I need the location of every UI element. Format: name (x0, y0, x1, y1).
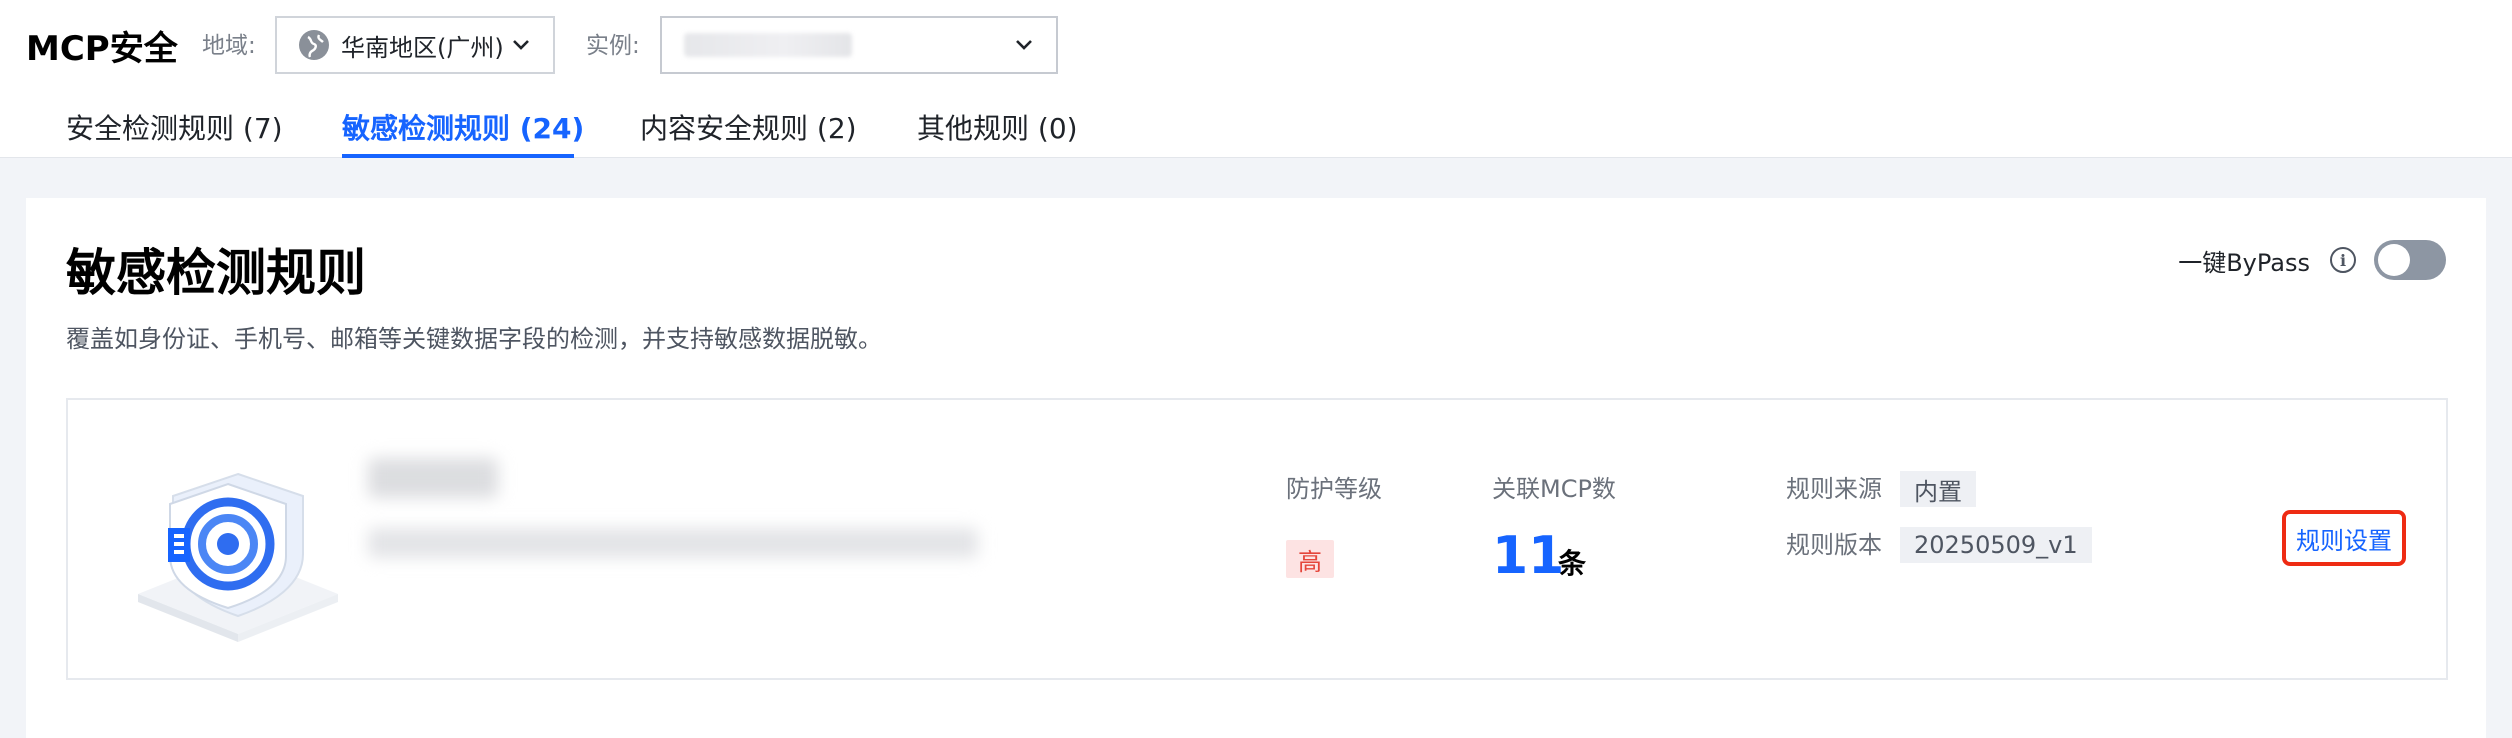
info-icon[interactable]: i (2330, 247, 2356, 273)
tab-sensitive-detection[interactable]: 敏感检测规则 (24) (342, 108, 584, 150)
rule-source-label: 规则来源 (1786, 475, 1882, 503)
tab-content-security[interactable]: 内容安全规则 (2) (640, 108, 857, 150)
rule-source-tag: 内置 (1900, 471, 1976, 507)
mcp-count-label: 关联MCP数 (1492, 475, 1616, 503)
top-header: MCP安全 地域: 华南地区(广州) 实例: 安全检测规则 (7) 敏感检测规则… (0, 0, 2512, 158)
region-value: 华南地区(广州) (341, 33, 504, 62)
mcp-count-unit: 条 (1558, 547, 1587, 580)
section-description: 覆盖如身份证、手机号、邮箱等关键数据字段的检测，并支持敏感数据脱敏。 (66, 325, 882, 353)
rule-name-redacted (368, 458, 498, 498)
chevron-down-icon (1014, 38, 1034, 52)
protection-level-label: 防护等级 (1286, 475, 1382, 503)
instance-label: 实例: (586, 33, 640, 59)
protection-level-badge: 高 (1286, 540, 1334, 578)
globe-icon (299, 30, 329, 60)
active-tab-indicator (342, 154, 574, 158)
bypass-control: 一键ByPass i (2178, 238, 2446, 282)
region-select[interactable]: 华南地区(广州) (275, 16, 555, 74)
rules-card: 敏感检测规则 覆盖如身份证、手机号、邮箱等关键数据字段的检测，并支持敏感数据脱敏… (26, 198, 2486, 738)
toggle-knob (2378, 244, 2410, 276)
section-title: 敏感检测规则 (66, 244, 366, 302)
page-title: MCP安全 (26, 29, 178, 69)
mcp-count-value: 11 (1492, 526, 1565, 586)
instance-select[interactable] (660, 16, 1058, 74)
tab-security-detection[interactable]: 安全检测规则 (7) (66, 108, 283, 150)
shield-illustration (138, 472, 338, 642)
rule-description-redacted (368, 528, 978, 558)
bypass-label: 一键ByPass (2178, 248, 2310, 277)
rule-version-label: 规则版本 (1786, 531, 1882, 559)
tab-other-rules[interactable]: 其他规则 (0) (917, 108, 1078, 150)
chevron-down-icon (511, 38, 531, 52)
region-label: 地域: (202, 33, 256, 59)
rule-version-tag: 20250509_v1 (1900, 527, 2092, 563)
rule-item: 防护等级 高 关联MCP数 11 条 规则来源 内置 规则版本 20250509… (66, 398, 2448, 680)
rule-settings-link[interactable]: 规则设置 (2282, 510, 2406, 566)
bypass-toggle[interactable] (2374, 240, 2446, 280)
instance-value-redacted (684, 33, 852, 57)
